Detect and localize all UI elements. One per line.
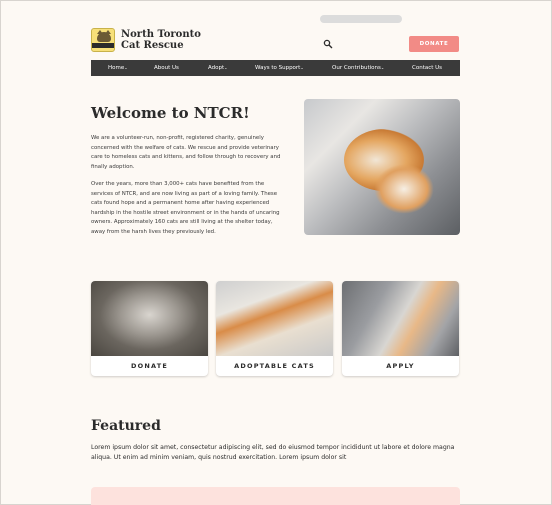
nav-item-home[interactable]: Home⌄	[108, 65, 128, 71]
nav-item-label: Contact Us	[412, 65, 443, 71]
chevron-down-icon: ⌄	[380, 65, 385, 70]
nav-item-about-us[interactable]: About Us	[154, 65, 179, 71]
nav-item-ways-to-support[interactable]: Ways to Support⌄	[255, 65, 304, 71]
nav-item-label: About Us	[154, 65, 179, 71]
donate-card[interactable]: DONATE	[91, 281, 208, 376]
org-name: North Toronto Cat Rescue	[121, 29, 201, 51]
featured-text: Lorem ipsum dolor sit amet, consectetur …	[91, 444, 455, 461]
cat-logo-icon	[91, 28, 115, 52]
nav-item-label: Our Contributions	[332, 65, 381, 71]
kitten-photo	[91, 281, 208, 356]
hero-cat-image	[304, 99, 460, 235]
nav-item-contact-us[interactable]: Contact Us	[412, 65, 442, 71]
nav-item-label: Home	[108, 65, 125, 71]
nav-item-label: Ways to Support	[255, 65, 301, 71]
nav-item-label: Adopt	[208, 65, 225, 71]
main-nav: Home⌄ About Us Adopt⌄ Ways to Support⌄ O…	[91, 60, 460, 76]
cat-lounging-photo	[342, 281, 459, 356]
nav-item-our-contributions[interactable]: Our Contributions⌄	[332, 65, 384, 71]
card-label: APPLY	[386, 362, 415, 370]
browser-address-pill	[320, 15, 402, 23]
chevron-down-icon: ⌄	[224, 65, 228, 70]
featured-panel	[91, 487, 460, 505]
chevron-down-icon: ⌄	[300, 65, 304, 70]
featured-title: Featured	[91, 418, 161, 434]
chevron-down-icon: ⌄	[124, 65, 128, 70]
welcome-paragraph-1: We are a volunteer-run, non-profit, regi…	[91, 135, 281, 170]
org-name-line2: Cat Rescue	[121, 40, 184, 51]
apply-card[interactable]: APPLY	[342, 281, 459, 376]
cats-cuddling-photo	[216, 281, 333, 356]
site-logo[interactable]: North Toronto Cat Rescue	[91, 28, 201, 52]
adoptable-cats-card[interactable]: ADOPTABLE CATS	[216, 281, 333, 376]
org-name-line1: North Toronto	[121, 29, 201, 40]
card-label: DONATE	[131, 362, 168, 370]
donate-button[interactable]: DONATE	[409, 36, 459, 52]
welcome-title: Welcome to NTCR!	[91, 104, 250, 122]
welcome-paragraph-2: Over the years, more than 3,000+ cats ha…	[91, 181, 280, 235]
search-icon[interactable]	[323, 39, 333, 49]
card-label: ADOPTABLE CATS	[234, 362, 315, 370]
nav-item-adopt[interactable]: Adopt⌄	[208, 65, 228, 71]
